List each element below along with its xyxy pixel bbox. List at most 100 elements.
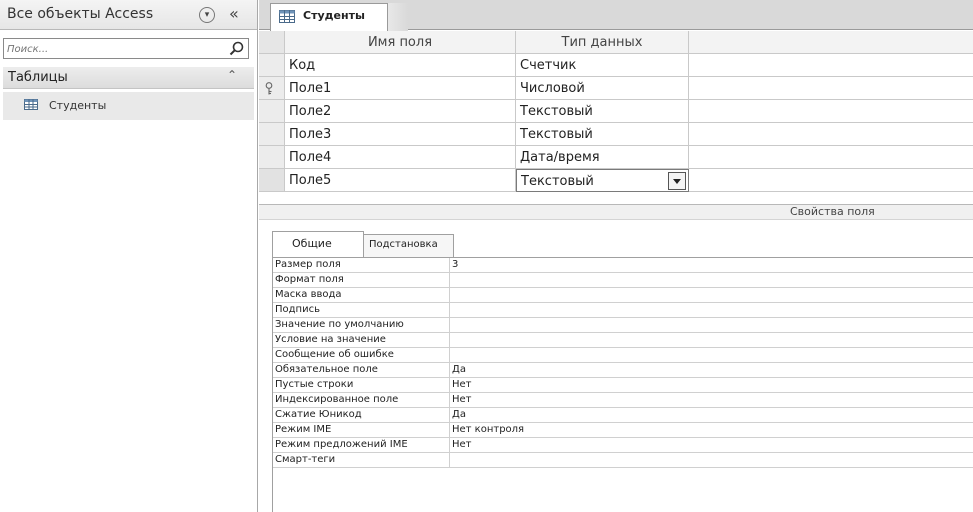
column-divider	[449, 393, 450, 408]
property-row[interactable]: Режим предложений IME Нет	[273, 438, 973, 453]
property-value[interactable]: 3	[452, 259, 458, 270]
group-title: Таблицы	[8, 70, 68, 85]
table-row[interactable]: Код Счетчик	[259, 54, 973, 77]
field-name-cell[interactable]: Поле1	[285, 77, 516, 100]
search-input[interactable]	[7, 42, 222, 56]
chevron-down-icon	[673, 179, 681, 184]
property-value[interactable]: Нет	[452, 379, 472, 390]
column-divider	[449, 378, 450, 393]
property-name: Режим предложений IME	[275, 439, 408, 450]
description-cell[interactable]	[689, 123, 973, 146]
table-row[interactable]: Поле1 Числовой	[259, 77, 973, 100]
column-divider	[449, 408, 450, 423]
field-properties-bar: Свойства поля	[259, 204, 973, 220]
data-type-cell[interactable]: Числовой	[516, 77, 689, 100]
table-row[interactable]: Поле2 Текстовый	[259, 100, 973, 123]
property-row[interactable]: Сообщение об ошибке	[273, 348, 973, 363]
row-selector[interactable]	[259, 77, 285, 100]
property-row[interactable]: Смарт-теги	[273, 453, 973, 468]
row-selector[interactable]	[259, 146, 285, 169]
tab-lookup[interactable]: Подстановка	[364, 234, 454, 257]
column-header-field-name[interactable]: Имя поля	[285, 31, 516, 54]
navigation-pane-title[interactable]: Все объекты Access	[7, 6, 153, 22]
data-type-cell[interactable]: Текстовый	[516, 100, 689, 123]
data-type-select[interactable]: Текстовый	[516, 169, 689, 192]
table-row[interactable]: Поле4 Дата/время	[259, 146, 973, 169]
property-row[interactable]: Значение по умолчанию	[273, 318, 973, 333]
search-box[interactable]	[3, 38, 249, 59]
tab-students[interactable]: Студенты	[270, 3, 388, 31]
column-divider	[449, 303, 450, 318]
property-value[interactable]: Нет контроля	[452, 424, 524, 435]
field-name-cell[interactable]: Код	[285, 54, 516, 77]
property-value[interactable]: Да	[452, 409, 466, 420]
field-name-cell[interactable]: Поле5	[285, 169, 516, 192]
row-selector[interactable]	[259, 100, 285, 123]
property-row[interactable]: Обязательное поле Да	[273, 363, 973, 378]
description-cell[interactable]	[689, 146, 973, 169]
group-header-tables[interactable]: Таблицы ⌃	[3, 67, 254, 89]
property-name: Формат поля	[275, 274, 344, 285]
property-name: Размер поля	[275, 259, 341, 270]
table-design-grid: Имя поля Тип данных Код Счетчик Поле1 Чи…	[259, 31, 973, 204]
field-properties-table: Размер поля 3 Формат поля Маска ввода Подпис…	[272, 257, 973, 512]
data-type-cell[interactable]: Дата/время	[516, 146, 689, 169]
column-header-data-type[interactable]: Тип данных	[516, 31, 689, 54]
property-name: Подпись	[275, 304, 320, 315]
tab-label: Студенты	[303, 9, 365, 22]
property-name: Условие на значение	[275, 334, 386, 345]
column-header-description[interactable]	[689, 31, 973, 54]
column-divider	[449, 453, 450, 468]
tab-edge	[388, 3, 408, 31]
property-name: Пустые строки	[275, 379, 354, 390]
description-cell[interactable]	[689, 54, 973, 77]
property-row[interactable]: Пустые строки Нет	[273, 378, 973, 393]
column-divider	[449, 423, 450, 438]
property-row[interactable]: Размер поля 3	[273, 258, 973, 273]
data-type-cell[interactable]: Текстовый	[516, 123, 689, 146]
property-name: Сжатие Юникод	[275, 409, 362, 420]
row-selector[interactable]	[259, 54, 285, 77]
collapse-up-icon[interactable]: ⌃	[227, 68, 237, 82]
property-name: Индексированное поле	[275, 394, 399, 405]
property-row[interactable]: Маска ввода	[273, 288, 973, 303]
column-divider	[449, 288, 450, 303]
property-row[interactable]: Формат поля	[273, 273, 973, 288]
nav-item-students-table[interactable]: Студенты	[3, 92, 254, 120]
navigation-pane: Все объекты Access ▾ « Таблицы ⌃ Студент…	[0, 0, 258, 512]
property-row[interactable]: Режим IME Нет контроля	[273, 423, 973, 438]
tab-lookup-label: Подстановка	[369, 239, 438, 250]
property-value[interactable]: Нет	[452, 439, 472, 450]
field-name-cell[interactable]: Поле2	[285, 100, 516, 123]
chevron-down-icon[interactable]: ▾	[199, 7, 215, 23]
description-cell[interactable]	[689, 169, 973, 192]
property-name: Обязательное поле	[275, 364, 378, 375]
property-row[interactable]: Индексированное поле Нет	[273, 393, 973, 408]
data-type-cell[interactable]: Счетчик	[516, 54, 689, 77]
table-row-selected[interactable]: Поле5 Текстовый	[259, 169, 973, 192]
nav-item-label: Студенты	[49, 99, 107, 112]
field-name-cell[interactable]: Поле4	[285, 146, 516, 169]
column-divider	[449, 438, 450, 453]
property-name: Сообщение об ошибке	[275, 349, 394, 360]
navigation-pane-header[interactable]: Все объекты Access ▾ «	[0, 0, 257, 30]
property-row[interactable]: Сжатие Юникод Да	[273, 408, 973, 423]
property-value[interactable]: Нет	[452, 394, 472, 405]
row-selector[interactable]	[259, 123, 285, 146]
search-icon[interactable]	[228, 40, 246, 58]
description-cell[interactable]	[689, 100, 973, 123]
table-icon	[24, 99, 38, 110]
property-row[interactable]: Условие на значение	[273, 333, 973, 348]
description-cell[interactable]	[689, 77, 973, 100]
table-icon	[279, 10, 295, 23]
table-row[interactable]: Поле3 Текстовый	[259, 123, 973, 146]
dropdown-button[interactable]	[668, 172, 686, 190]
shutter-bar-close-icon[interactable]: «	[229, 4, 239, 23]
property-row[interactable]: Подпись	[273, 303, 973, 318]
column-divider	[449, 273, 450, 288]
row-selector[interactable]	[259, 169, 285, 192]
field-name-cell[interactable]: Поле3	[285, 123, 516, 146]
property-value[interactable]: Да	[452, 364, 466, 375]
tab-general[interactable]: Общие	[272, 231, 364, 257]
select-all-corner[interactable]	[259, 31, 285, 54]
